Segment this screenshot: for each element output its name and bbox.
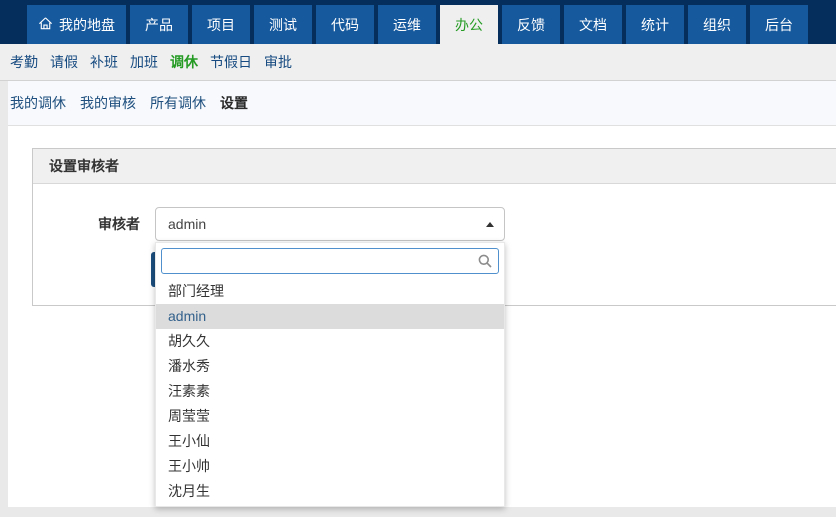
feature-bar: 我的调休 我的审核 所有调休 设置 [8,81,836,126]
caret-up-icon [486,222,494,227]
submenu-item-approval[interactable]: 审批 [264,52,292,72]
nav-tab-label: 我的地盘 [59,16,115,33]
nav-tab-label: 办公 [455,16,483,33]
top-navbar: 我的地盘 产品 项目 测试 代码 运维 办公 反馈 文档 统计 组织 后台 [0,0,836,44]
nav-tab-label: 后台 [765,16,793,33]
featurebar-item-settings-active[interactable]: 设置 [220,93,248,113]
nav-tab-test[interactable]: 测试 [254,5,312,44]
nav-tab-label: 项目 [207,16,235,33]
reviewer-select[interactable]: admin [155,207,505,241]
dropdown-option[interactable]: 潘水秀 [156,354,504,379]
submenu-item-holiday[interactable]: 节假日 [210,52,252,72]
dropdown-option[interactable]: 沈月生 [156,479,504,504]
featurebar-item-my-lieu[interactable]: 我的调休 [10,93,66,113]
search-icon [477,253,493,272]
office-submenu: 考勤 请假 补班 加班 调休 节假日 审批 [0,44,836,81]
dropdown-option[interactable]: 周莹莹 [156,404,504,429]
featurebar-item-my-review[interactable]: 我的审核 [80,93,136,113]
reviewer-dropdown: 部门经理 admin 胡久久 潘水秀 汪素素 周莹莹 王小仙 王小帅 沈月生 [155,242,505,507]
nav-tab-label: 统计 [641,16,669,33]
nav-tab-project[interactable]: 项目 [192,5,250,44]
nav-tab-product[interactable]: 产品 [130,5,188,44]
nav-tab-label: 组织 [703,16,731,33]
submenu-item-overtime[interactable]: 加班 [130,52,158,72]
nav-tab-office-active[interactable]: 办公 [440,5,498,44]
dropdown-option[interactable]: 部门经理 [156,279,504,304]
submenu-item-leave[interactable]: 请假 [50,52,78,72]
nav-tab-doc[interactable]: 文档 [564,5,622,44]
featurebar-item-all-lieu[interactable]: 所有调休 [150,93,206,113]
nav-tab-label: 反馈 [517,16,545,33]
dropdown-option[interactable]: 王小帅 [156,454,504,479]
panel-title: 设置审核者 [33,149,836,184]
submenu-item-lieu-active[interactable]: 调休 [170,52,198,72]
reviewer-label: 审核者 [98,216,140,232]
nav-tab-label: 运维 [393,16,421,33]
reviewer-select-value: admin [168,216,207,232]
dropdown-option[interactable]: 胡久久 [156,329,504,354]
nav-tab-code[interactable]: 代码 [316,5,374,44]
nav-tab-org[interactable]: 组织 [688,5,746,44]
dropdown-option[interactable]: 汪素素 [156,379,504,404]
dropdown-option-selected[interactable]: admin [156,304,504,329]
dropdown-search-input[interactable] [161,248,499,274]
dropdown-search [161,248,499,274]
nav-tab-ops[interactable]: 运维 [378,5,436,44]
nav-tab-feedback[interactable]: 反馈 [502,5,560,44]
nav-tab-stats[interactable]: 统计 [626,5,684,44]
submenu-item-makeup[interactable]: 补班 [90,52,118,72]
nav-tab-my-dashboard[interactable]: 我的地盘 [27,5,126,44]
dropdown-results: 部门经理 admin 胡久久 潘水秀 汪素素 周莹莹 王小仙 王小帅 沈月生 [156,279,504,504]
nav-tab-admin[interactable]: 后台 [750,5,808,44]
home-icon [38,16,53,34]
submenu-item-attendance[interactable]: 考勤 [10,52,38,72]
nav-tab-label: 测试 [269,16,297,33]
nav-tab-label: 产品 [145,16,173,33]
nav-tab-label: 文档 [579,16,607,33]
nav-tab-label: 代码 [331,16,359,33]
dropdown-option[interactable]: 王小仙 [156,429,504,454]
